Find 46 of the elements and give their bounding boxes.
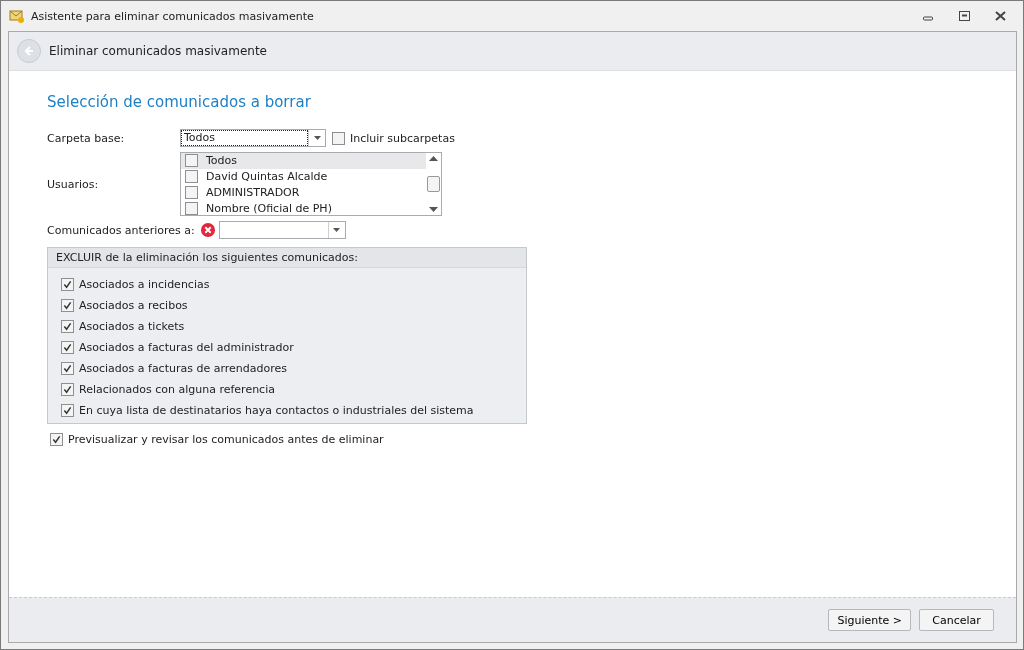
checkbox[interactable] [61,404,74,417]
checkbox-label: En cuya lista de destinatarios haya contactos o industriales del sistema [79,404,474,417]
checkbox[interactable] [61,341,74,354]
back-arrow-icon [23,45,35,57]
checkbox-label: Previsualizar y revisar los comunicados antes de eliminar [68,433,384,446]
scroll-up-icon[interactable] [429,156,438,161]
checkbox-label: Incluir subcarpetas [350,131,455,145]
users-list[interactable]: Todos David Quintas Alcalde ADMINISTRADOR Nombre (Oficial de PH) [180,152,442,216]
dropdown-arrow-icon [333,228,341,232]
list-item[interactable]: ADMINISTRADOR [181,185,426,201]
checkbox[interactable] [185,170,198,183]
list-item[interactable]: Todos [181,153,426,169]
folder-dropdown[interactable]: Todos [180,129,326,147]
checkbox-label: Relacionados con alguna referencia [79,383,275,396]
dialog-button[interactable]: Cancelar [919,609,994,631]
dialog-button[interactable]: Siguiente > [828,609,911,631]
field-label: Comunicados anteriores a: [47,223,195,237]
close-icon [994,11,1006,21]
checkbox[interactable] [61,320,74,333]
checkbox[interactable] [61,383,74,396]
field-label: Carpeta base: [47,131,126,145]
checkbox-label: Asociados a tickets [79,320,185,333]
checkbox[interactable] [61,299,74,312]
checkbox[interactable] [50,433,63,446]
checkbox[interactable] [61,362,74,375]
scroll-down-icon[interactable] [429,207,438,212]
list-item[interactable]: Nombre (Oficial de PH) [181,201,426,215]
checkbox-label: Asociados a facturas del administrador [79,341,294,354]
checkbox-label: Asociados a recibos [79,299,188,312]
page-title: Eliminar comunicados masivamente [49,44,267,58]
panel-title: EXCLUIR de la eliminación los siguientes comunicados: [48,248,526,268]
checkbox-label: Asociados a facturas de arrendadores [79,362,287,375]
checkbox-label: Asociados a incidencias [79,278,210,291]
checkbox[interactable] [185,154,198,167]
checkbox[interactable] [61,278,74,291]
dropdown-arrow-icon [313,136,321,140]
window-title: Asistente para eliminar comunicados masivamente [31,9,314,23]
checkbox[interactable] [185,202,198,215]
restore-icon [958,11,970,21]
scrollbar[interactable] [426,153,441,215]
checkbox[interactable] [332,131,345,145]
section-title: Selección de comunicados a borrar [47,93,312,111]
list-item[interactable]: David Quintas Alcalde [181,169,426,185]
field-label: Usuarios: [47,177,100,191]
checkbox[interactable] [185,186,198,199]
envelope-icon [9,8,25,24]
